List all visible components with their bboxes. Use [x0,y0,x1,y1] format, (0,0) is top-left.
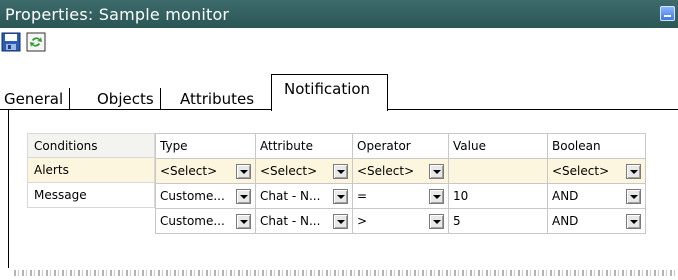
boolean-value: AND [552,189,579,203]
tab-strip: General Objects Attributes Notification [0,74,678,111]
chevron-down-icon[interactable] [626,163,641,179]
tab-notification[interactable]: Notification [271,74,388,111]
operator-select[interactable]: <Select> [352,158,449,184]
value-field[interactable] [448,158,548,184]
torn-edge-decoration [14,270,678,276]
tab-divider [388,109,678,110]
boolean-select[interactable]: AND [547,183,646,209]
operator-value: > [357,214,368,228]
type-value: Custome... [160,189,225,203]
chevron-down-icon[interactable] [333,163,348,179]
boolean-value: AND [552,214,579,228]
chevron-down-icon[interactable] [626,213,641,229]
attribute-value: <Select> [260,164,318,178]
value-field[interactable]: 5 [448,208,548,234]
chevron-down-icon[interactable] [333,188,348,204]
table-row[interactable]: Custome... Chat - N... = 10 AND [155,183,646,209]
boolean-select[interactable]: <Select> [547,158,646,184]
tab-attributes[interactable]: Attributes [174,88,260,110]
chevron-down-icon[interactable] [429,213,444,229]
operator-select[interactable]: = [352,183,449,209]
type-select[interactable]: Custome... [155,208,256,234]
save-icon[interactable] [1,32,21,52]
chevron-down-icon[interactable] [236,163,251,179]
chevron-down-icon[interactable] [236,213,251,229]
chevron-down-icon[interactable] [429,163,444,179]
tab-divider [0,109,271,110]
table-row[interactable]: <Select> <Select> <Select> <Select> [155,158,646,184]
column-header-attribute: Attribute [255,133,353,159]
boolean-value: <Select> [552,164,610,178]
tab-general[interactable]: General [0,88,71,110]
boolean-select[interactable]: AND [547,208,646,234]
attribute-value: Chat - N... [260,214,321,228]
attribute-select[interactable]: <Select> [255,158,353,184]
chevron-down-icon[interactable] [236,188,251,204]
type-select[interactable]: Custome... [155,183,256,209]
chevron-down-icon[interactable] [626,188,641,204]
conditions-header: Conditions [27,133,155,158]
column-header-operator: Operator [352,133,449,159]
chevron-down-icon[interactable] [429,188,444,204]
column-header-boolean: Boolean [547,133,646,159]
attribute-select[interactable]: Chat - N... [255,183,353,209]
grid-header-row: Type Attribute Operator Value Boolean [155,133,646,159]
chevron-down-icon[interactable] [333,213,348,229]
list-item-alerts[interactable]: Alerts [27,158,155,183]
column-header-type: Type [155,133,256,159]
operator-value: = [357,189,368,203]
attribute-value: Chat - N... [260,189,321,203]
panel-border [8,110,9,268]
tab-objects[interactable]: Objects [91,88,161,110]
conditions-list: Conditions Alerts Message [27,133,155,208]
window-title: Properties: Sample monitor [5,4,230,24]
operator-value: <Select> [357,164,415,178]
type-value: <Select> [160,164,218,178]
refresh-icon[interactable] [26,32,46,52]
table-row[interactable]: Custome... Chat - N... > 5 AND [155,208,646,234]
type-select[interactable]: <Select> [155,158,256,184]
type-value: Custome... [160,214,225,228]
value-field[interactable]: 10 [448,183,548,209]
attribute-select[interactable]: Chat - N... [255,208,353,234]
column-header-value: Value [448,133,548,159]
minimize-button[interactable] [660,6,675,21]
toolbar [0,30,678,56]
operator-select[interactable]: > [352,208,449,234]
conditions-grid: Type Attribute Operator Value Boolean <S… [155,133,646,234]
title-bar: Properties: Sample monitor [0,0,678,28]
list-item-message[interactable]: Message [27,183,155,208]
